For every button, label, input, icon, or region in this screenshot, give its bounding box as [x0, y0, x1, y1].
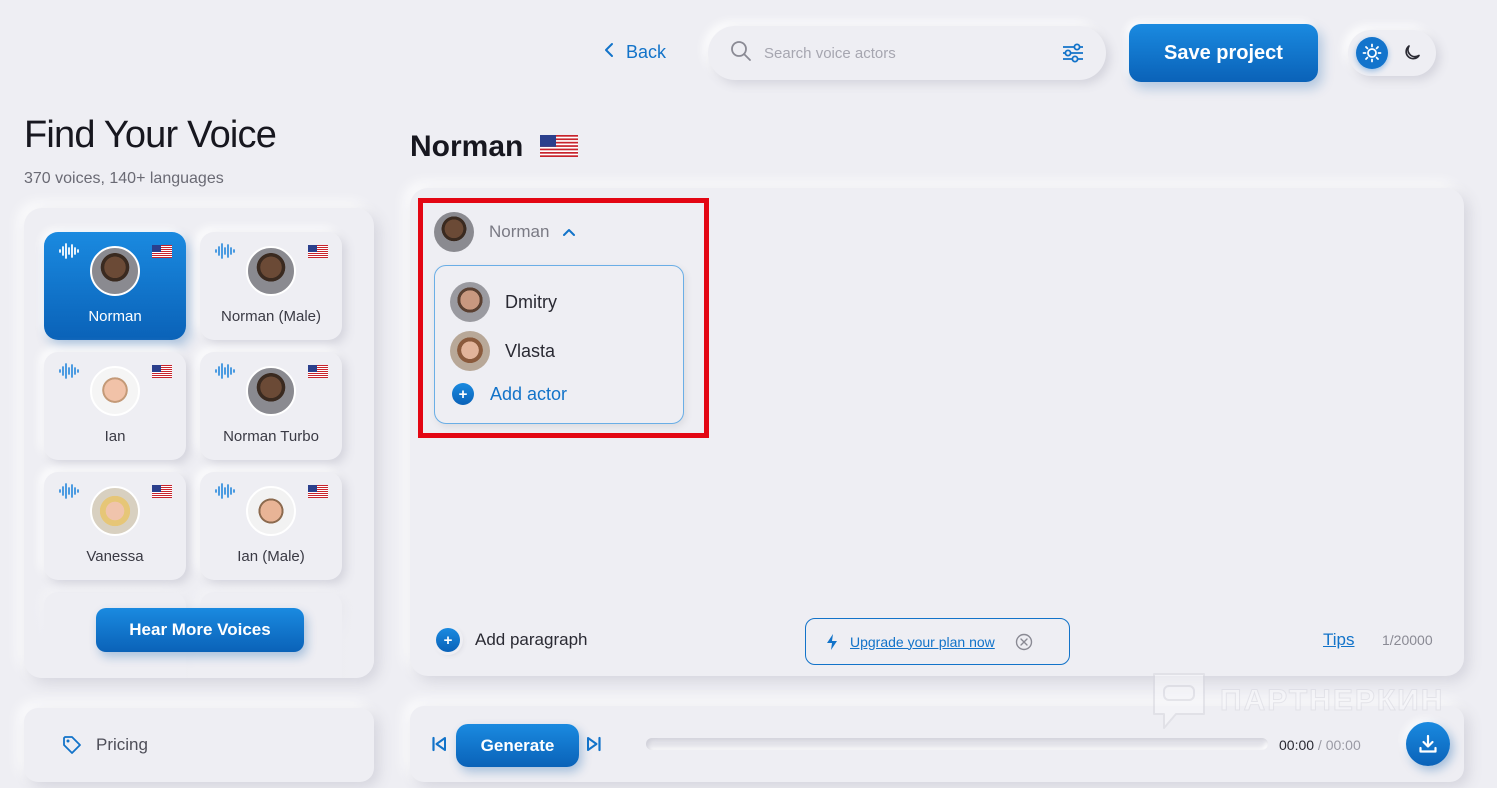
soundwave-icon: [58, 362, 80, 385]
back-link[interactable]: Back: [604, 38, 666, 66]
selected-actor-label: Norman: [489, 222, 550, 241]
us-flag-icon: [308, 485, 328, 503]
back-label: Back: [626, 41, 667, 62]
skip-forward-icon[interactable]: [586, 736, 602, 757]
dropdown-item-label: Vlasta: [505, 340, 556, 361]
soundwave-icon: [214, 242, 236, 265]
watermark: ПАРТНЕРКИН: [1150, 670, 1444, 732]
voice-card[interactable]: Ian: [44, 352, 186, 460]
hear-more-voices-button[interactable]: Hear More Voices: [96, 608, 304, 652]
voice-card[interactable]: Norman: [44, 232, 186, 340]
search-icon: [730, 40, 752, 67]
voice-card-name: Ian: [104, 428, 126, 445]
dropdown-item-dmitry[interactable]: Dmitry: [450, 282, 557, 322]
add-paragraph-label: Add paragraph: [475, 630, 588, 649]
voice-card-name: Vanessa: [86, 548, 144, 565]
avatar: [246, 366, 296, 416]
dropdown-item-vlasta[interactable]: Vlasta: [450, 331, 555, 371]
voice-card-name: Norman Turbo: [223, 428, 319, 445]
chevron-up-icon: [563, 228, 576, 236]
add-paragraph-button[interactable]: + Add paragraph: [436, 628, 587, 652]
upgrade-banner: Upgrade your plan now: [805, 618, 1070, 665]
voice-card[interactable]: Norman Turbo: [200, 352, 342, 460]
generate-button[interactable]: Generate: [456, 724, 579, 767]
voice-card-name: Norman: [88, 308, 142, 325]
close-circle-icon[interactable]: [1015, 633, 1033, 651]
actor-select[interactable]: Norman: [434, 212, 576, 252]
total-time: 00:00: [1325, 737, 1361, 753]
search-bar: [708, 26, 1106, 80]
page-title: Find Your Voice: [24, 114, 277, 156]
sun-icon: [1362, 43, 1382, 63]
tips-link[interactable]: Tips: [1323, 630, 1355, 650]
pricing-label: Pricing: [96, 735, 148, 754]
theme-toggle: [1348, 30, 1436, 76]
lightning-icon: [826, 633, 838, 651]
current-time: 00:00: [1279, 737, 1315, 753]
skip-back-icon[interactable]: [431, 736, 447, 757]
character-count: 1/20000: [1382, 632, 1433, 648]
actor-dropdown: Dmitry Vlasta + Add actor: [434, 265, 684, 424]
download-icon: [1417, 733, 1439, 755]
us-flag-icon: [152, 365, 172, 383]
avatar: [90, 366, 140, 416]
voice-card[interactable]: Norman (Male): [200, 232, 342, 340]
tag-icon: [62, 735, 82, 755]
voice-card-name: Norman (Male): [220, 308, 322, 325]
avatar: [90, 486, 140, 536]
progress-track[interactable]: [646, 738, 1268, 750]
chevron-left-icon: [604, 42, 614, 63]
save-project-button[interactable]: Save project: [1129, 24, 1318, 82]
filter-sliders-icon[interactable]: [1062, 43, 1084, 63]
avatar: [90, 246, 140, 296]
upgrade-plan-link[interactable]: Upgrade your plan now: [850, 634, 995, 650]
us-flag-icon: [152, 245, 172, 263]
dark-mode-button[interactable]: [1396, 37, 1428, 69]
avatar: [434, 212, 474, 252]
actor-heading: Norman: [410, 130, 524, 163]
soundwave-icon: [214, 482, 236, 505]
voices-panel: Norman Norman (Male) Ian Norman Turbo Vaness…: [24, 208, 374, 678]
us-flag-icon: [152, 485, 172, 503]
pricing-link[interactable]: Pricing: [24, 708, 374, 782]
plus-icon: +: [436, 628, 460, 652]
voice-card[interactable]: Vanessa: [44, 472, 186, 580]
us-flag-icon: [308, 245, 328, 263]
avatar: [450, 282, 490, 322]
us-flag-icon: [540, 135, 578, 162]
voice-card[interactable]: Ian (Male): [200, 472, 342, 580]
time-separator: /: [1314, 737, 1326, 753]
avatar: [450, 331, 490, 371]
soundwave-icon: [58, 482, 80, 505]
light-mode-button[interactable]: [1356, 37, 1388, 69]
add-actor-label: Add actor: [490, 383, 568, 404]
add-actor-button[interactable]: + Add actor: [452, 383, 567, 405]
us-flag-icon: [308, 365, 328, 383]
page-subtitle: 370 voices, 140+ languages: [24, 170, 224, 187]
watermark-logo-icon: [1150, 670, 1208, 732]
soundwave-icon: [214, 362, 236, 385]
dropdown-item-label: Dmitry: [505, 291, 557, 312]
soundwave-icon: [58, 242, 80, 265]
avatar: [246, 486, 296, 536]
time-readout: 00:00 / 00:00: [1279, 737, 1361, 753]
watermark-text: ПАРТНЕРКИН: [1219, 684, 1445, 718]
plus-icon: +: [452, 383, 474, 405]
moon-icon: [1402, 43, 1422, 63]
avatar: [246, 246, 296, 296]
voice-card-name: Ian (Male): [237, 548, 305, 565]
search-input[interactable]: [764, 44, 1062, 62]
